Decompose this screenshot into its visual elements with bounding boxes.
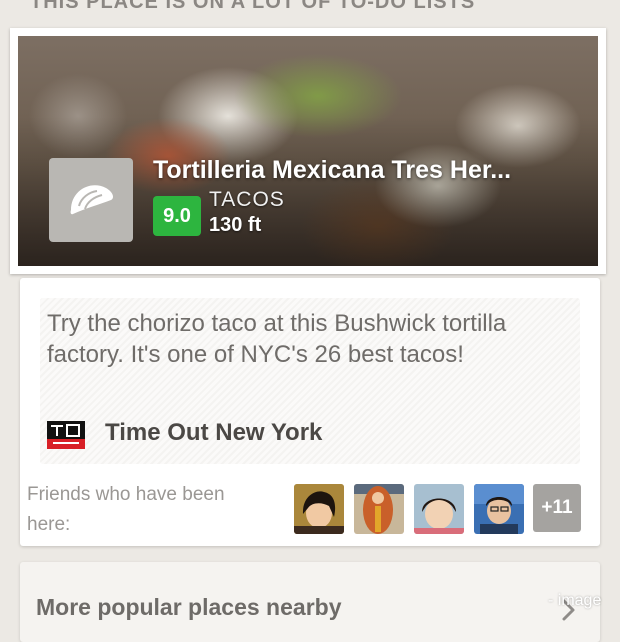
venue-photo[interactable]: Tortilleria Mexicana Tres Her... 9.0 TAC…	[18, 36, 598, 266]
avatar-photo	[354, 484, 404, 534]
friend-avatar[interactable]	[294, 484, 344, 534]
nearby-title[interactable]: More popular places nearby	[36, 594, 341, 621]
category-tile	[49, 158, 133, 242]
taco-icon	[70, 185, 114, 215]
friend-avatar[interactable]	[474, 484, 524, 534]
tip-quote[interactable]: Try the chorizo taco at this Bushwick to…	[40, 298, 580, 464]
venue-category: TACOS	[209, 188, 285, 211]
source-name[interactable]: Time Out New York	[105, 419, 322, 447]
friend-avatar[interactable]	[414, 484, 464, 534]
friends-more-button[interactable]: +11	[533, 484, 581, 532]
avatar-photo	[294, 484, 344, 534]
friend-avatar[interactable]	[354, 484, 404, 534]
venue-name[interactable]: Tortilleria Mexicana Tres Her...	[153, 156, 593, 185]
venue-distance: 130 ft	[209, 214, 262, 236]
time-out-logo-icon	[47, 421, 85, 449]
section-header: THIS PLACE IS ON A LOT OF TO-DO LISTS	[30, 0, 476, 13]
friends-label: Friends who have been here:	[27, 484, 225, 535]
score-badge: 9.0	[153, 196, 201, 236]
tip-text: Try the chorizo taco at this Bushwick to…	[47, 310, 507, 368]
avatar-photo	[414, 484, 464, 534]
avatar-photo	[474, 484, 524, 534]
venue-photo-card[interactable]: Tortilleria Mexicana Tres Her... 9.0 TAC…	[10, 28, 606, 274]
image-watermark: - image	[548, 592, 602, 609]
